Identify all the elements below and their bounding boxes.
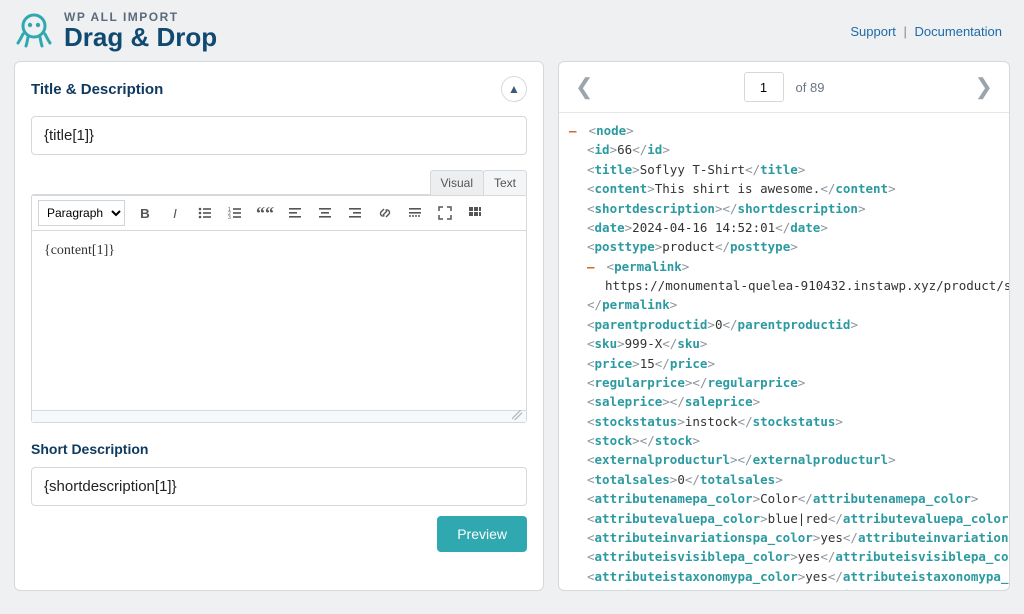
page-total-label: of 89 xyxy=(796,80,825,95)
preview-button[interactable]: Preview xyxy=(437,516,527,552)
record-pager: ❮ of 89 ❯ xyxy=(559,62,1009,113)
chevron-right-icon: ❯ xyxy=(975,74,993,99)
tab-text[interactable]: Text xyxy=(483,170,527,195)
collapse-button[interactable]: ▲ xyxy=(501,76,527,102)
link-separator: | xyxy=(904,24,907,39)
brand: WP ALL IMPORT Drag & Drop xyxy=(14,10,217,53)
short-description-input[interactable] xyxy=(31,467,527,506)
app-header: WP ALL IMPORT Drag & Drop Support | Docu… xyxy=(0,0,1024,61)
editor-resize-handle[interactable] xyxy=(32,410,526,422)
tab-visual[interactable]: Visual xyxy=(430,170,484,195)
xml-preview-panel: ❮ of 89 ❯ – <node><id>66</id><title>Sofl… xyxy=(558,61,1010,591)
blockquote-button[interactable]: ““ xyxy=(251,200,279,226)
editor-tab-row: Visual Text xyxy=(31,169,527,194)
editor-panel: Title & Description ▲ Visual Text Paragr… xyxy=(14,61,544,591)
align-center-button[interactable] xyxy=(311,200,339,226)
content-editor[interactable] xyxy=(32,231,526,407)
link-button[interactable] xyxy=(371,200,399,226)
support-link[interactable]: Support xyxy=(850,24,896,39)
documentation-link[interactable]: Documentation xyxy=(915,24,1002,39)
chevron-left-icon: ❮ xyxy=(575,74,593,99)
chevron-up-icon: ▲ xyxy=(508,82,520,96)
title-input[interactable] xyxy=(31,116,527,155)
bold-button[interactable]: B xyxy=(131,200,159,226)
svg-text:3: 3 xyxy=(228,215,231,221)
brand-title: Drag & Drop xyxy=(64,22,217,53)
short-description-label: Short Description xyxy=(31,441,527,457)
fullscreen-button[interactable] xyxy=(431,200,459,226)
insert-more-button[interactable] xyxy=(401,200,429,226)
next-record-button[interactable]: ❯ xyxy=(969,70,999,104)
section-header-title-description[interactable]: Title & Description ▲ xyxy=(15,62,543,116)
italic-button[interactable]: I xyxy=(161,200,189,226)
logo-icon xyxy=(14,10,54,53)
page-number-input[interactable] xyxy=(744,72,784,102)
xml-tree: – <node><id>66</id><title>Soflyy T-Shirt… xyxy=(559,113,1009,590)
paragraph-select[interactable]: Paragraph xyxy=(38,200,125,226)
toolbar-toggle-button[interactable] xyxy=(461,200,489,226)
editor-toolbar: Paragraph B I 123 ““ xyxy=(32,195,526,231)
align-right-button[interactable] xyxy=(341,200,369,226)
section-title: Title & Description xyxy=(31,81,163,98)
xml-collapse-toggle[interactable]: – xyxy=(587,257,599,276)
numbered-list-button[interactable]: 123 xyxy=(221,200,249,226)
align-left-button[interactable] xyxy=(281,200,309,226)
header-links: Support | Documentation xyxy=(850,24,1002,39)
bullet-list-button[interactable] xyxy=(191,200,219,226)
xml-collapse-toggle[interactable]: – xyxy=(569,121,581,140)
prev-record-button[interactable]: ❮ xyxy=(569,70,599,104)
